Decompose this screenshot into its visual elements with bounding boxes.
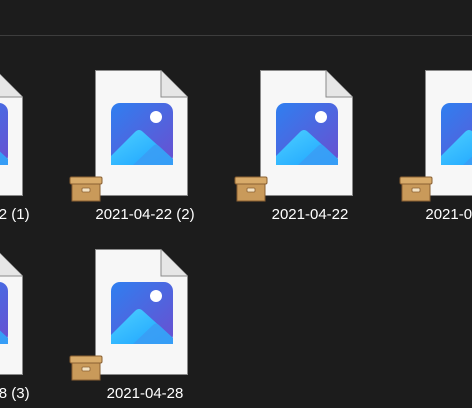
header-divider (0, 35, 472, 36)
file-item[interactable]: 2021-04-22 (2) (69, 70, 235, 240)
image-file-icon (95, 249, 195, 375)
image-file-icon (0, 70, 30, 196)
file-name: 2021-04-22 (3) (425, 206, 472, 223)
photo-thumbnail-icon (0, 282, 8, 344)
photo-thumbnail-icon (276, 103, 338, 165)
file-item[interactable]: 2021-04-28 (69, 249, 235, 408)
file-view: 2021-04-22 (1) 2021-04-22 (2) 2021-04-22… (0, 0, 472, 408)
archive-box-icon (399, 176, 433, 202)
file-name: 2021-04-28 (3) (0, 385, 30, 402)
photo-thumbnail-icon (111, 103, 173, 165)
photo-thumbnail-icon (0, 103, 8, 165)
photo-thumbnail-icon (111, 282, 173, 344)
file-item[interactable]: 2021-04-22 (234, 70, 400, 240)
photo-thumbnail-icon (441, 103, 472, 165)
file-item[interactable]: 2021-04-22 (3) (399, 70, 472, 240)
image-file-icon (260, 70, 360, 196)
archive-box-icon (69, 355, 103, 381)
file-name: 2021-04-28 (106, 385, 184, 402)
archive-box-icon (234, 176, 268, 202)
image-file-icon (0, 249, 30, 375)
file-item[interactable]: 2021-04-22 (1) (0, 70, 70, 240)
file-name: 2021-04-22 (1) (0, 206, 30, 223)
archive-box-icon (69, 176, 103, 202)
file-item[interactable]: 2021-04-28 (3) (0, 249, 70, 408)
file-name: 2021-04-22 (2) (95, 206, 195, 223)
file-name: 2021-04-22 (271, 206, 349, 223)
image-file-icon (95, 70, 195, 196)
